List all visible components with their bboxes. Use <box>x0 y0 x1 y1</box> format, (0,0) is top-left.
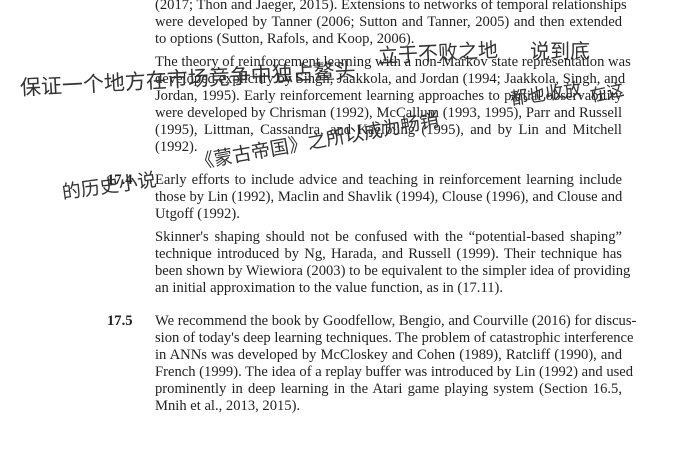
text-line: Early efforts to include advice and teac… <box>155 172 622 188</box>
text-line: an initial approximation to the value fu… <box>155 280 504 296</box>
text-line: Skinner's shaping should not be confused… <box>155 229 622 245</box>
text-line: those by Lin (1992), Maclin and Shavlik … <box>155 189 623 205</box>
text-line: French (1999). The idea of a replay buff… <box>155 364 634 380</box>
text-line: been shown by Wiewiora (2003) to be equi… <box>155 263 631 279</box>
text-line: (2017; Thon and Jaeger, 2015). Extension… <box>155 0 627 13</box>
text-line: prominently in deep learning in the Atar… <box>155 381 622 397</box>
text-line: in ANNs was developed by McCloskey and C… <box>155 347 622 363</box>
text-line: Mnih et al., 2013, 2015). <box>155 398 301 414</box>
handwriting-line: 说到底 <box>530 39 590 63</box>
text-line: technique introduced by Ng, Harada, and … <box>155 246 622 262</box>
text-line: Utgoff (1992). <box>155 206 240 222</box>
text-line: were developed by Tanner (2006; Sutton a… <box>155 14 622 30</box>
text-line: We recommend the book by Goodfellow, Ben… <box>155 313 637 329</box>
text-line: sion of today's deep learning techniques… <box>155 330 634 346</box>
section-number: 17.5 <box>107 313 133 329</box>
handwriting-line: 的历史小说 <box>60 168 158 204</box>
